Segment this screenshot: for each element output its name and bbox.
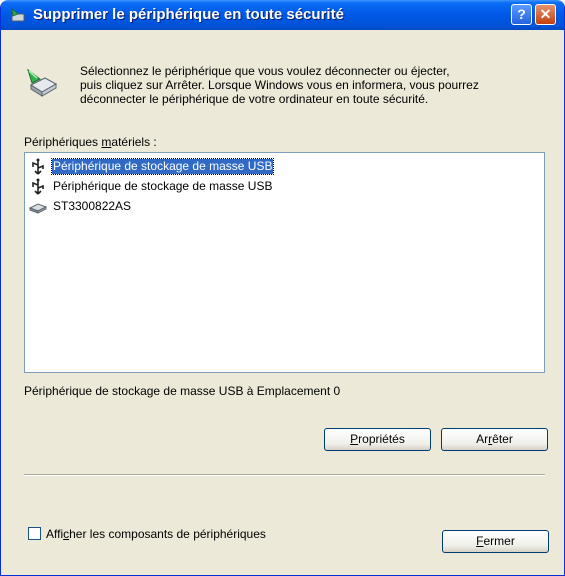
close-button[interactable]: Fermer — [442, 530, 549, 553]
show-components-label[interactable]: Afficher les composants de périphériques — [46, 527, 266, 541]
instructions-line: Sélectionnez le périphérique que vous vo… — [80, 64, 450, 78]
device-item-label: ST3300822AS — [53, 199, 132, 213]
properties-button[interactable]: Propriétés — [324, 428, 431, 451]
usb-icon — [32, 178, 44, 195]
usb-icon — [32, 158, 44, 175]
instructions-line: puis cliquez sur Arrêter. Lorsque Window… — [80, 78, 479, 92]
hard-drive-icon — [29, 203, 47, 214]
safely-remove-hardware-dialog: Supprimer le périphérique en toute sécur… — [0, 0, 565, 576]
stop-button[interactable]: Arrêter — [441, 428, 548, 451]
safely-remove-hardware-icon — [11, 8, 25, 22]
eject-device-icon — [27, 68, 58, 97]
separator — [24, 474, 545, 476]
help-button[interactable]: ? — [511, 4, 532, 25]
close-window-button[interactable]: ✕ — [535, 4, 556, 25]
devices-list[interactable]: Périphérique de stockage de masse USB Pé… — [24, 152, 545, 373]
window-title: Supprimer le périphérique en toute sécur… — [33, 6, 344, 23]
instructions-text: Sélectionnez le périphérique que vous vo… — [80, 64, 558, 106]
device-item-label: Périphérique de stockage de masse USB — [50, 158, 275, 175]
show-components-checkbox[interactable] — [28, 527, 41, 540]
device-location-status: Périphérique de stockage de masse USB à … — [24, 384, 341, 398]
instructions-line: déconnecter le périphérique de votre ord… — [80, 92, 429, 106]
devices-label: Périphériques matériels : — [24, 135, 157, 149]
device-item-label: Périphérique de stockage de masse USB — [53, 179, 273, 193]
title-bar[interactable]: Supprimer le périphérique en toute sécur… — [1, 0, 564, 30]
